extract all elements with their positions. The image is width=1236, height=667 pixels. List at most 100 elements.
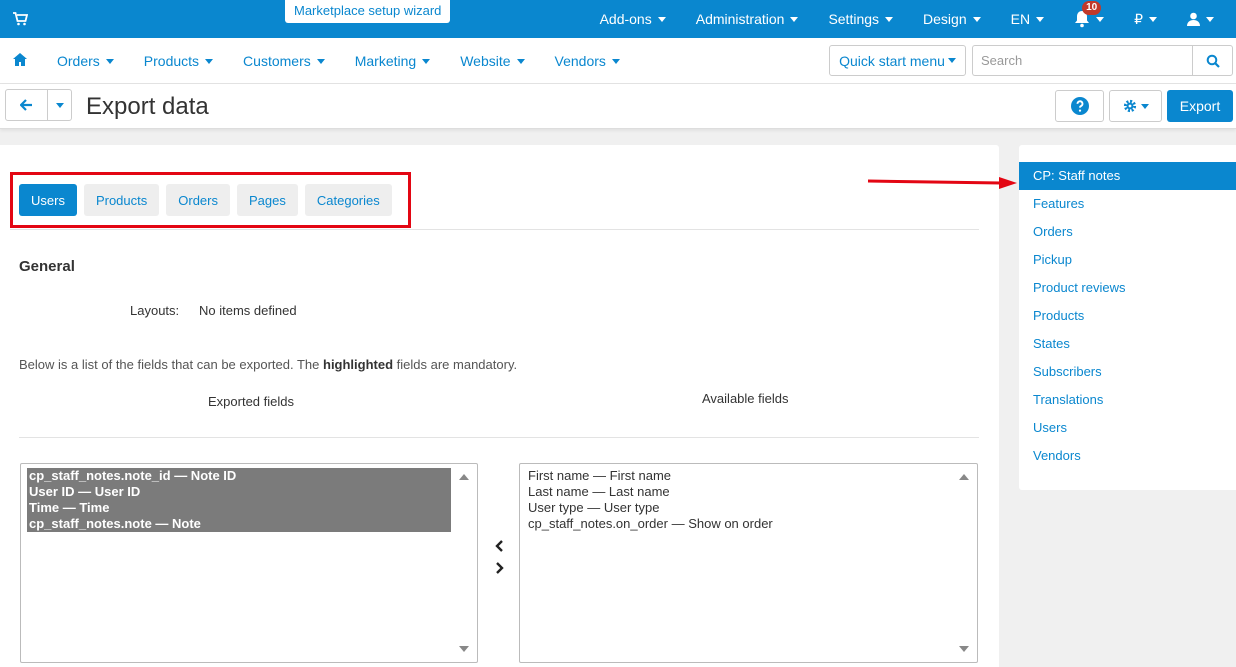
move-right-button[interactable] xyxy=(492,557,506,579)
exported-fields-list[interactable]: cp_staff_notes.note_id — Note ID User ID… xyxy=(20,463,478,663)
layouts-label: Layouts: xyxy=(130,303,180,318)
user-icon xyxy=(1187,12,1200,26)
nav-vendors-label: Vendors xyxy=(554,53,606,69)
scrollbar[interactable] xyxy=(953,464,977,662)
scroll-down-icon[interactable] xyxy=(459,646,469,652)
main-nav: Orders Products Customers Marketing Webs… xyxy=(57,38,650,84)
nav-marketing-label: Marketing xyxy=(354,53,417,69)
available-fields-label: Available fields xyxy=(702,391,789,406)
chevron-down-icon xyxy=(1036,16,1045,22)
available-fields-list[interactable]: First name — First name Last name — Last… xyxy=(519,463,978,663)
nav-vendors[interactable]: Vendors xyxy=(555,53,620,69)
annotation-arrow xyxy=(867,177,1017,189)
user-menu[interactable] xyxy=(1187,12,1214,26)
chevron-down-icon xyxy=(947,58,956,63)
question-circle-icon xyxy=(1070,97,1089,115)
notifications-menu[interactable]: 10 xyxy=(1074,1,1105,28)
export-button[interactable]: Export xyxy=(1167,90,1233,122)
marketplace-setup-wizard-link[interactable]: Marketplace setup wizard xyxy=(285,0,451,23)
language-menu[interactable]: EN xyxy=(1010,11,1045,27)
hint-text-bold: highlighted xyxy=(323,357,394,372)
sidebar-item-pickup[interactable]: Pickup xyxy=(1019,246,1236,274)
chevron-right-icon xyxy=(495,562,504,574)
addons-menu[interactable]: Add-ons xyxy=(600,11,666,27)
chevron-down-icon xyxy=(1096,16,1105,22)
list-item[interactable]: First name — First name xyxy=(526,468,951,484)
chevron-down-icon xyxy=(611,58,620,64)
chevron-down-icon xyxy=(105,58,114,64)
list-item[interactable]: User type — User type xyxy=(526,500,951,516)
sidebar-item-subscribers[interactable]: Subscribers xyxy=(1019,358,1236,386)
nav-customers-label: Customers xyxy=(243,53,311,69)
list-item[interactable]: cp_staff_notes.note_id — Note ID xyxy=(27,468,451,484)
sidebar-item-product-reviews[interactable]: Product reviews xyxy=(1019,274,1236,302)
nav-orders-label: Orders xyxy=(57,53,100,69)
nav-orders[interactable]: Orders xyxy=(57,53,114,69)
sidebar-item-users[interactable]: Users xyxy=(1019,414,1236,442)
nav-website[interactable]: Website xyxy=(460,53,525,69)
currency-menu[interactable]: ₽ xyxy=(1134,11,1157,28)
nav-website-label: Website xyxy=(460,53,511,69)
bell-icon: 10 xyxy=(1074,1,1102,28)
export-sections-sidebar: CP: Staff notes Features Orders Pickup P… xyxy=(1019,145,1236,490)
back-button[interactable] xyxy=(6,90,48,120)
nav-marketing[interactable]: Marketing xyxy=(354,53,431,69)
list-item[interactable]: Last name — Last name xyxy=(526,484,951,500)
tabs-highlight-annotation xyxy=(10,172,411,228)
administration-menu[interactable]: Administration xyxy=(696,11,799,27)
search-button[interactable] xyxy=(1192,45,1233,76)
sidebar-item-translations[interactable]: Translations xyxy=(1019,386,1236,414)
settings-label: Settings xyxy=(828,11,880,27)
top-bar: Marketplace setup wizard Add-ons Adminis… xyxy=(0,0,1236,38)
arrow-left-icon xyxy=(20,99,32,111)
nav-customers[interactable]: Customers xyxy=(243,53,325,69)
home-icon[interactable] xyxy=(13,53,27,66)
back-history-dropdown[interactable] xyxy=(48,90,71,120)
chevron-down-icon xyxy=(790,16,799,22)
move-left-button[interactable] xyxy=(492,535,506,557)
sidebar-item-cp-staff-notes[interactable]: CP: Staff notes xyxy=(1019,162,1236,190)
gear-icon xyxy=(1123,99,1136,113)
sidebar-item-vendors[interactable]: Vendors xyxy=(1019,442,1236,470)
title-bar: Export data Export xyxy=(0,84,1236,129)
list-item[interactable]: User ID — User ID xyxy=(27,484,451,500)
language-label: EN xyxy=(1010,11,1031,27)
chevron-down-icon xyxy=(422,58,431,64)
list-item[interactable]: cp_staff_notes.note — Note xyxy=(27,516,451,532)
scroll-up-icon[interactable] xyxy=(459,474,469,480)
scrollbar[interactable] xyxy=(453,464,477,662)
sidebar-item-features[interactable]: Features xyxy=(1019,190,1236,218)
available-fields-items: First name — First name Last name — Last… xyxy=(526,468,951,532)
search-input[interactable] xyxy=(972,45,1193,76)
chevron-down-icon xyxy=(885,16,894,22)
scroll-down-icon[interactable] xyxy=(959,646,969,652)
currency-label: ₽ xyxy=(1134,10,1143,27)
chevron-down-icon xyxy=(1149,16,1157,22)
design-menu[interactable]: Design xyxy=(923,11,981,27)
help-button[interactable] xyxy=(1055,90,1104,122)
fields-hint: Below is a list of the fields that can b… xyxy=(19,357,517,372)
main-nav-bar: Orders Products Customers Marketing Webs… xyxy=(0,38,1236,84)
sidebar-item-states[interactable]: States xyxy=(1019,330,1236,358)
settings-menu[interactable]: Settings xyxy=(828,11,894,27)
list-item[interactable]: Time — Time xyxy=(27,500,451,516)
chevron-down-icon xyxy=(1140,103,1149,109)
sidebar-item-orders[interactable]: Orders xyxy=(1019,218,1236,246)
scroll-up-icon[interactable] xyxy=(959,474,969,480)
page-title: Export data xyxy=(86,93,209,120)
nav-products[interactable]: Products xyxy=(144,53,214,69)
cart-icon[interactable] xyxy=(12,11,28,27)
list-item[interactable]: cp_staff_notes.on_order — Show on order xyxy=(526,516,951,532)
hint-text-start: Below is a list of the fields that can b… xyxy=(19,357,323,372)
chevron-down-icon xyxy=(55,102,64,108)
top-nav: Add-ons Administration Settings Design E… xyxy=(600,0,1236,38)
chevron-down-icon xyxy=(205,58,214,64)
quick-start-menu-button[interactable]: Quick start menu xyxy=(829,45,966,76)
chevron-down-icon xyxy=(657,16,666,22)
search-icon xyxy=(1206,54,1220,68)
sidebar-item-products[interactable]: Products xyxy=(1019,302,1236,330)
chevron-down-icon xyxy=(1206,16,1214,22)
settings-dropdown-button[interactable] xyxy=(1109,90,1162,122)
exported-fields-label: Exported fields xyxy=(208,394,294,409)
chevron-down-icon xyxy=(972,16,981,22)
